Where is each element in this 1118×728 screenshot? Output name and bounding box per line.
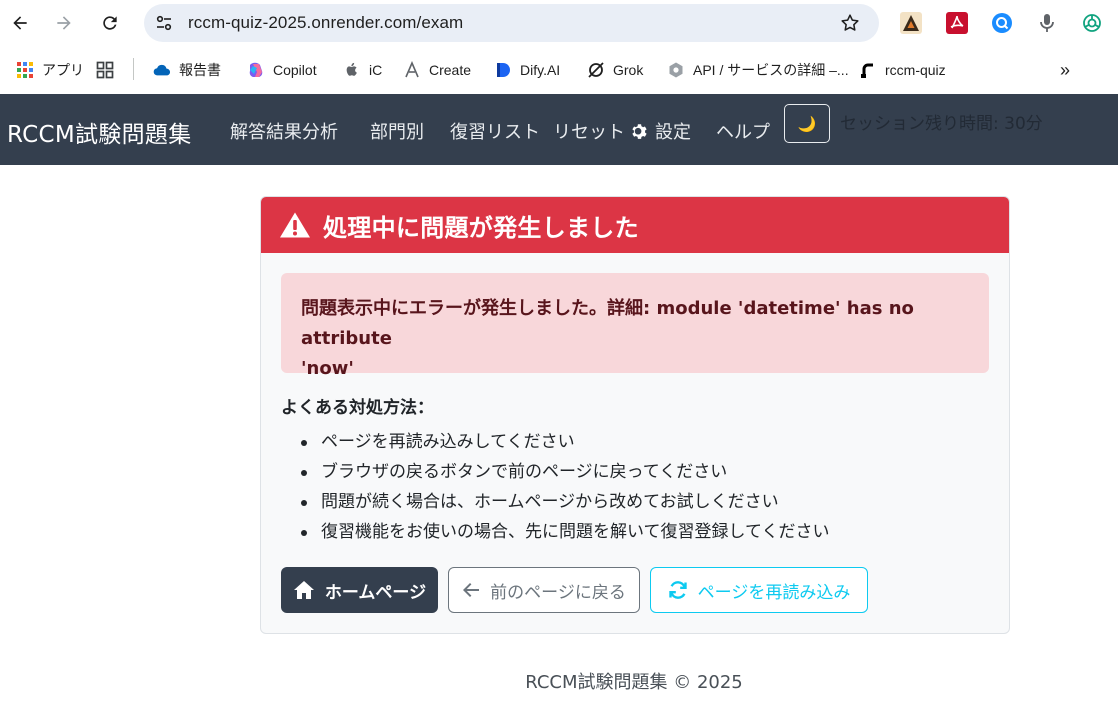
- openai-extension-icon[interactable]: [1081, 12, 1103, 34]
- home-icon: [293, 581, 314, 599]
- browser-toolbar: rccm-quiz-2025.onrender.com/exam: [0, 0, 1118, 46]
- bookmark-star-icon[interactable]: [839, 12, 861, 34]
- bookmark-grok[interactable]: Grok: [587, 59, 643, 81]
- bookmark-label: Grok: [613, 62, 644, 78]
- microphone-icon[interactable]: [1036, 12, 1058, 34]
- error-card-header: 処理中に問題が発生しました: [261, 197, 1009, 253]
- home-button[interactable]: ホームページ: [281, 567, 438, 613]
- session-timer: セッション残り時間: 30分: [840, 114, 1043, 134]
- bookmark-api-services[interactable]: API / サービスの詳細 –...: [667, 59, 849, 81]
- address-bar[interactable]: rccm-quiz-2025.onrender.com/exam: [144, 4, 879, 42]
- reload-button-label: ページを再読み込み: [697, 582, 851, 603]
- bookmark-copilot[interactable]: Copilot: [247, 59, 317, 81]
- bookmark-label: 報告書: [179, 62, 221, 78]
- nav-link-review-list[interactable]: 復習リスト: [450, 118, 540, 144]
- bookmarks-bar: アプリ 報告書 Copilot iC Create Dify.AI Grok A…: [0, 46, 1118, 94]
- list-item: ページを再読み込みしてください: [281, 427, 829, 457]
- theme-toggle-button[interactable]: 🌙: [784, 104, 830, 143]
- back-arrow-icon[interactable]: [8, 11, 32, 35]
- apple-icon: [343, 61, 361, 79]
- search-extension-icon[interactable]: [991, 12, 1013, 34]
- back-button-label: 前のページに戻る: [490, 582, 626, 603]
- bookmark-apps[interactable]: アプリ: [16, 59, 84, 81]
- navbar-brand[interactable]: RCCM試験問題集: [7, 115, 192, 149]
- nav-link-departments[interactable]: 部門別: [370, 118, 424, 144]
- nav-link-analysis[interactable]: 解答結果分析: [230, 118, 338, 144]
- warning-triangle-icon: [280, 212, 310, 238]
- bookmark-label: rccm-quiz: [885, 62, 946, 78]
- bookmark-label: Dify.AI: [520, 62, 561, 78]
- refresh-icon: [668, 581, 687, 599]
- back-button[interactable]: 前のページに戻る: [448, 567, 640, 613]
- bookmark-label: アプリ: [42, 62, 84, 78]
- render-icon: [859, 61, 877, 79]
- tips-list: ページを再読み込みしてください ブラウザの戻るボタンで前のページに戻ってください…: [281, 427, 829, 547]
- bookmark-create[interactable]: Create: [403, 59, 471, 81]
- home-button-label: ホームページ: [324, 582, 427, 603]
- error-card: 処理中に問題が発生しました 問題表示中にエラーが発生しました。詳細: modul…: [260, 196, 1010, 634]
- reload-page-button[interactable]: ページを再読み込み: [650, 567, 868, 613]
- page-footer: RCCM試験問題集 © 2025: [525, 672, 743, 693]
- bookmark-label: Copilot: [273, 62, 317, 78]
- list-item: ブラウザの戻るボタンで前のページに戻ってください: [281, 457, 829, 487]
- error-title: 処理中に問題が発生しました: [323, 213, 639, 242]
- grok-icon: [587, 61, 605, 79]
- bookmarks-overflow-chevron-icon[interactable]: »: [1060, 59, 1070, 81]
- create-icon: [403, 61, 421, 79]
- bookmarks-divider: [133, 58, 134, 80]
- list-item: 問題が続く場合は、ホームページから改めてお試しください: [281, 487, 829, 517]
- nav-link-help[interactable]: ヘルプ: [716, 118, 770, 144]
- moon-icon: 🌙: [797, 114, 817, 133]
- bookmark-report[interactable]: 報告書: [153, 59, 221, 81]
- bookmark-ic[interactable]: iC: [343, 59, 382, 81]
- nav-link-settings-label: 設定: [655, 122, 691, 143]
- bookmark-tab-groups[interactable]: [96, 59, 122, 81]
- onedrive-cloud-icon: [153, 61, 171, 79]
- bookmark-label: API / サービスの詳細 –...: [693, 62, 849, 78]
- dify-icon: [494, 61, 512, 79]
- forward-arrow-icon[interactable]: [52, 11, 76, 35]
- gcp-api-icon: [667, 61, 685, 79]
- reload-icon[interactable]: [98, 11, 122, 35]
- bookmark-label: Create: [429, 62, 472, 78]
- list-item: 復習機能をお使いの場合、先に問題を解いて復習登録してください: [281, 517, 829, 547]
- gear-icon: [632, 123, 647, 139]
- url-text[interactable]: rccm-quiz-2025.onrender.com/exam: [188, 13, 463, 33]
- tab-groups-icon: [96, 61, 114, 79]
- bookmark-rccm-quiz[interactable]: rccm-quiz: [859, 59, 946, 81]
- bookmark-dify[interactable]: Dify.AI: [494, 59, 560, 81]
- error-message-line1: 問題表示中にエラーが発生しました。詳細: module 'datetime' h…: [301, 298, 914, 349]
- copilot-icon: [247, 61, 265, 79]
- nav-link-reset[interactable]: リセット: [553, 118, 625, 144]
- error-alert: 問題表示中にエラーが発生しました。詳細: module 'datetime' h…: [281, 273, 989, 379]
- arrow-left-icon: [463, 583, 480, 597]
- extension-triangle-icon[interactable]: [900, 12, 922, 34]
- bookmark-label: iC: [369, 62, 383, 78]
- error-message-line2: 'now': [301, 358, 354, 379]
- nav-link-settings[interactable]: 設定: [630, 118, 691, 144]
- pdf-extension-icon[interactable]: [946, 12, 968, 34]
- apps-grid-icon: [16, 61, 34, 79]
- tips-heading: よくある対処方法：: [281, 398, 434, 418]
- site-settings-icon[interactable]: [154, 13, 174, 33]
